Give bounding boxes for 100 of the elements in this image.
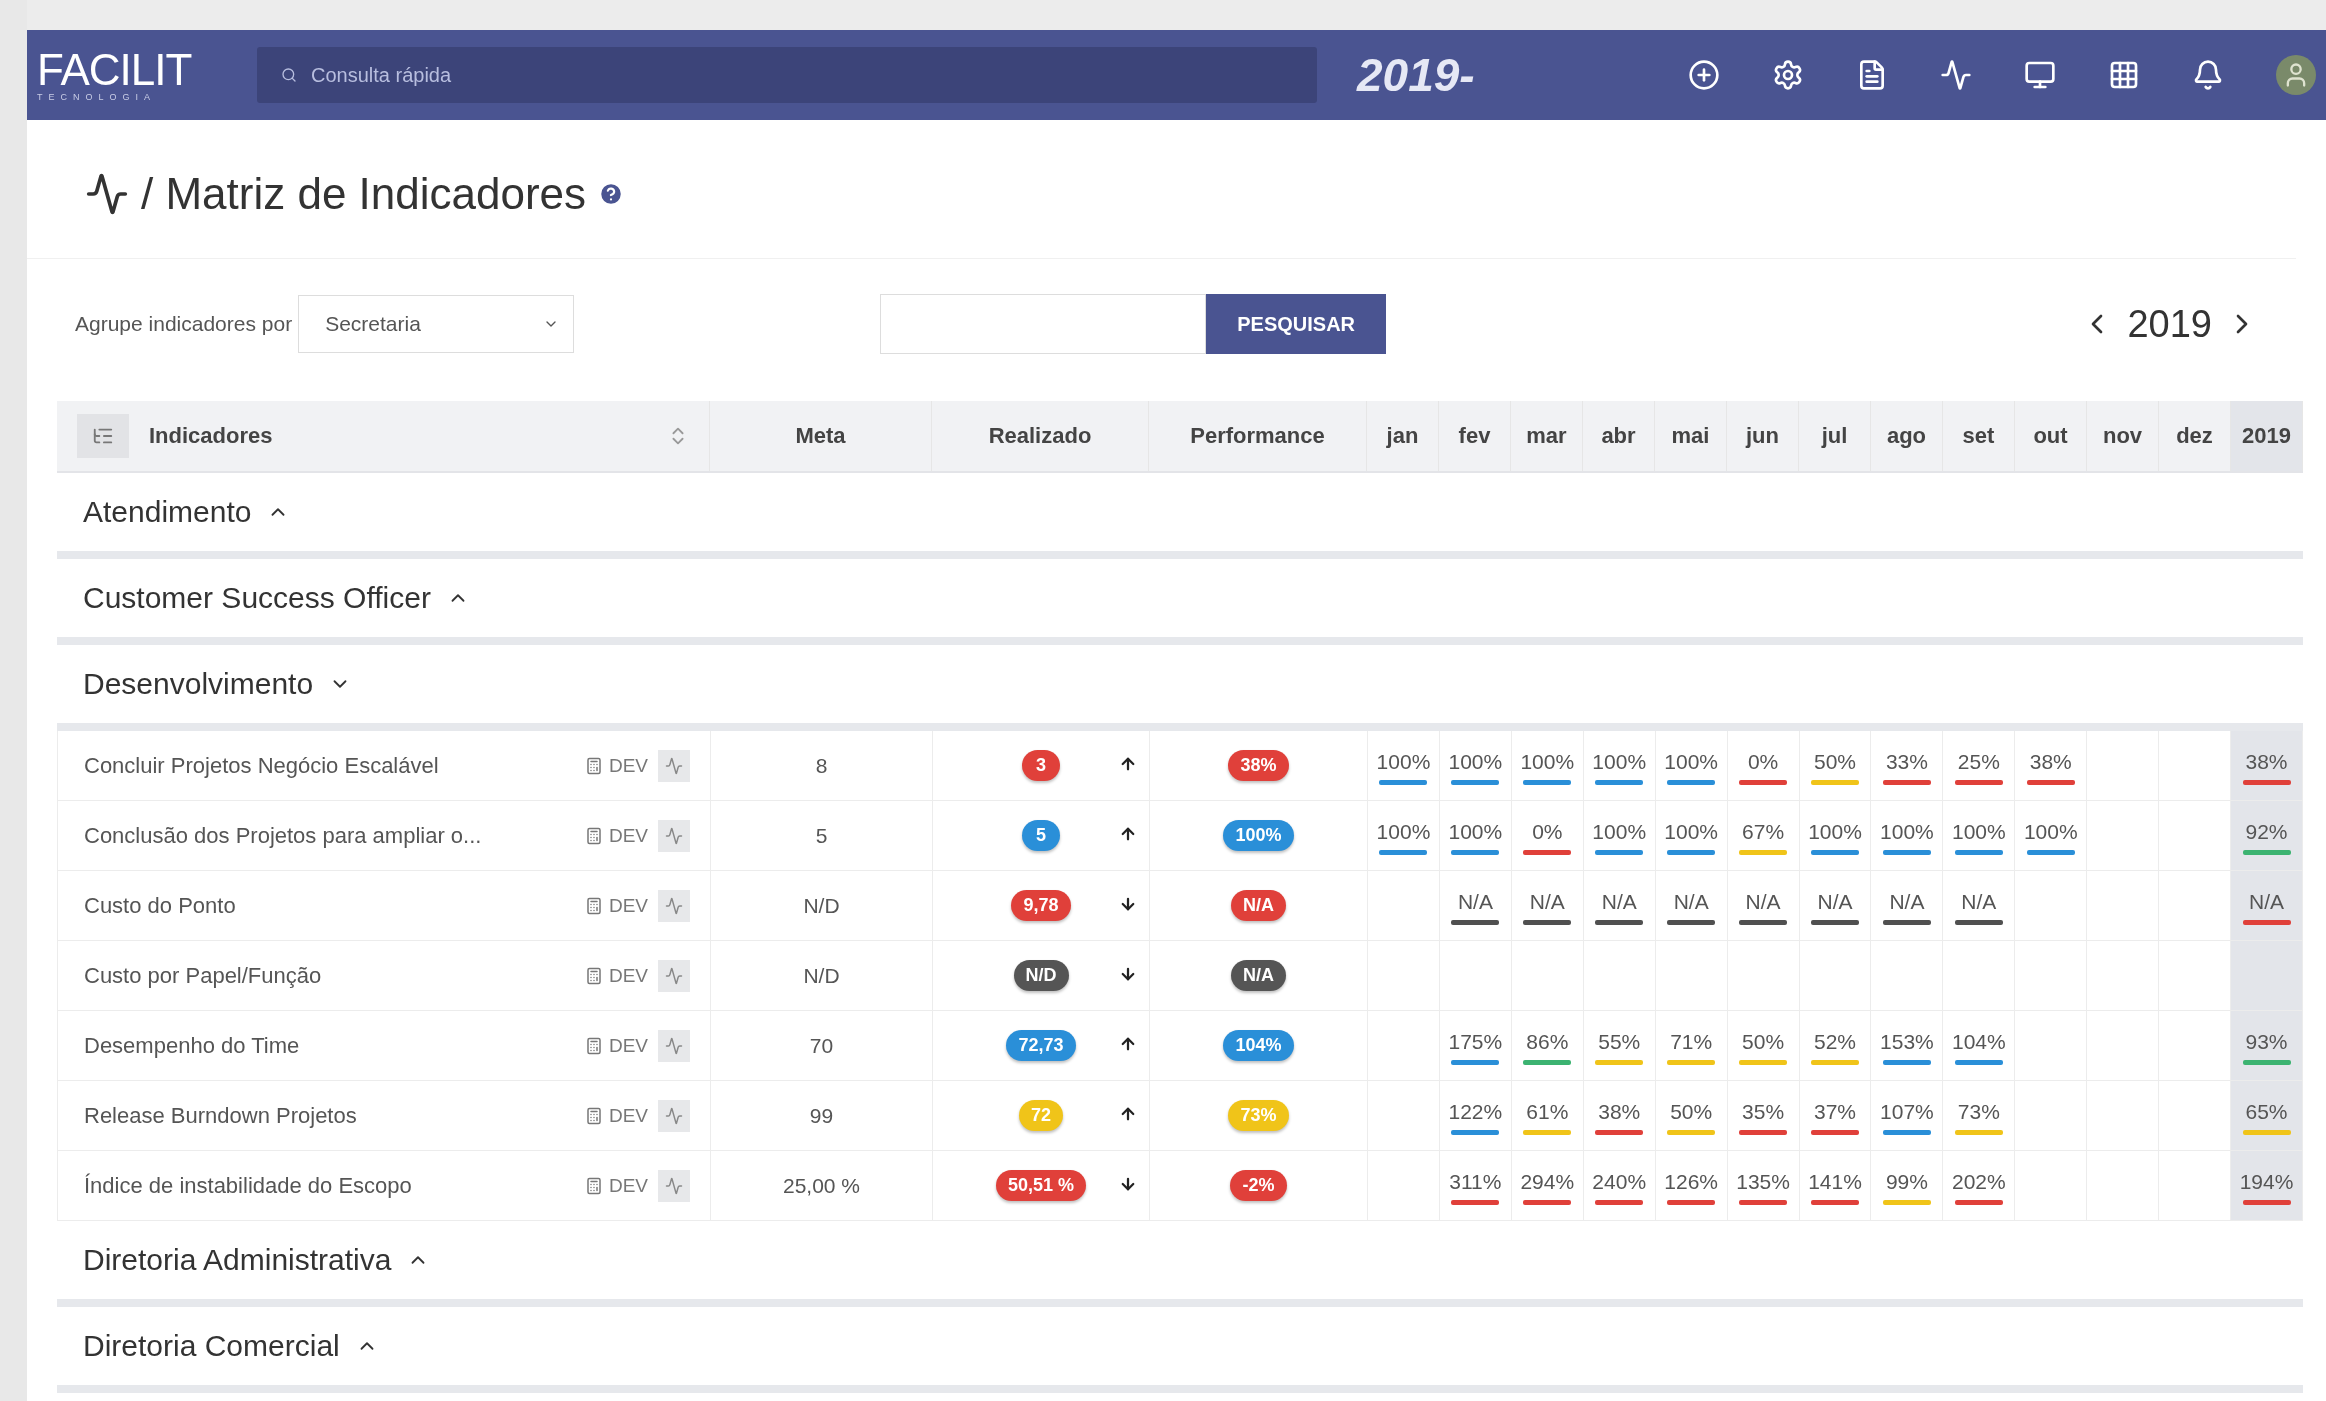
group-name: Diretoria Comercial	[83, 1329, 340, 1363]
realized-badge: 50,51 %	[995, 1170, 1087, 1201]
monitor-icon[interactable]	[2024, 59, 2056, 91]
add-icon[interactable]	[1688, 59, 1720, 91]
month-value: 202%	[1951, 1170, 2006, 1194]
meta-value: N/D	[803, 963, 840, 988]
month-value: N/A	[2249, 890, 2285, 914]
search-button[interactable]: PESQUISAR	[1206, 294, 1387, 354]
grid-icon[interactable]	[2108, 59, 2140, 91]
chart-line-icon	[85, 172, 129, 216]
unit-label: DEV	[608, 824, 648, 847]
calculator-icon	[584, 756, 603, 775]
avatar[interactable]	[2276, 55, 2316, 95]
column-header: dez	[2176, 423, 2213, 449]
realized-badge: N/D	[1013, 960, 1069, 991]
chart-button[interactable]	[658, 959, 690, 992]
indicator-name[interactable]: Índice de instabilidade do Escopo	[84, 1172, 575, 1199]
month-value: 100%	[1376, 820, 1431, 844]
column-header: mai	[1671, 423, 1710, 449]
column-header: nov	[2102, 423, 2143, 449]
month-value: N/A	[1673, 890, 1709, 914]
column-header: abr	[1601, 423, 1636, 449]
search-input[interactable]: Consulta rápida	[309, 62, 1293, 88]
search-field[interactable]	[880, 294, 1207, 354]
month-value: 194%	[2239, 1170, 2294, 1194]
month-value: 35%	[1742, 1100, 1785, 1124]
month-value: 153%	[1880, 1030, 1934, 1054]
month-value: 0%	[1747, 750, 1779, 774]
month-value: 100%	[1448, 820, 1503, 844]
bell-icon[interactable]	[2192, 59, 2224, 91]
month-value: 100%	[1951, 820, 2006, 844]
column-header: jan	[1386, 423, 1419, 449]
chart-button[interactable]	[658, 1169, 690, 1202]
calculator-icon	[584, 1106, 603, 1125]
month-value: 0%	[1532, 820, 1563, 844]
indicator-name[interactable]: Custo por Papel/Função	[84, 962, 575, 989]
month-value: 100%	[1448, 750, 1503, 774]
logo: FACILIT TECNOLOGIA	[37, 48, 193, 102]
chart-line-icon[interactable]	[1940, 59, 1972, 91]
month-value: 141%	[1808, 1170, 1862, 1194]
unit-label: DEV	[608, 1034, 648, 1057]
column-header: mar	[1526, 423, 1567, 449]
month-value: N/A	[1889, 890, 1925, 914]
month-value: 65%	[2245, 1100, 2288, 1124]
month-value: 61%	[1526, 1100, 1569, 1124]
indicator-name[interactable]: Conclusão dos Projetos para ampliar o...	[84, 822, 575, 849]
meta-value: 99	[809, 1103, 834, 1128]
unit-label: DEV	[608, 1104, 648, 1127]
group-name: Customer Success Officer	[83, 581, 431, 615]
month-value: 311%	[1449, 1170, 1502, 1194]
unit-label: DEV	[608, 1174, 648, 1197]
chart-button[interactable]	[658, 749, 690, 782]
tree-button[interactable]	[77, 414, 129, 458]
chart-button[interactable]	[658, 819, 690, 852]
meta-value: 5	[815, 823, 828, 848]
month-value: 71%	[1670, 1030, 1713, 1054]
chart-button[interactable]	[658, 1029, 690, 1062]
month-value: N/A	[1601, 890, 1637, 914]
indicator-name[interactable]: Concluir Projetos Negócio Escalável	[84, 752, 575, 779]
realized-badge: 3	[1022, 750, 1060, 781]
group-select[interactable]: Secretaria	[298, 295, 575, 353]
chart-line-icon	[665, 826, 683, 845]
month-value: 107%	[1880, 1100, 1934, 1124]
month-value: 93%	[2245, 1030, 2288, 1054]
month-value: 67%	[1742, 820, 1785, 844]
indicator-name[interactable]: Release Burndown Projetos	[84, 1102, 575, 1129]
unit-label: DEV	[608, 964, 648, 987]
calculator-icon	[584, 966, 603, 985]
performance-badge: N/A	[1231, 960, 1286, 991]
indicator-name[interactable]: Custo do Ponto	[84, 892, 575, 919]
month-value: 122%	[1448, 1100, 1503, 1124]
settings-icon[interactable]	[1772, 59, 1804, 91]
month-value: 100%	[1592, 820, 1647, 844]
month-value: 50%	[1670, 1100, 1713, 1124]
month-value: 104%	[1951, 1030, 2006, 1054]
month-value: 92%	[2245, 820, 2288, 844]
chart-line-icon	[665, 966, 683, 985]
month-value: 86%	[1526, 1030, 1569, 1054]
month-value: 38%	[2245, 750, 2288, 774]
group-name: Diretoria Administrativa	[83, 1243, 392, 1277]
search-field[interactable]: Consulta rápida	[257, 47, 1317, 103]
month-value: N/A	[1457, 890, 1493, 914]
chart-button[interactable]	[658, 1099, 690, 1132]
month-value: 55%	[1598, 1030, 1641, 1054]
month-value: 73%	[1957, 1100, 2000, 1124]
chart-line-icon	[665, 896, 683, 915]
month-value: 50%	[1742, 1030, 1785, 1054]
month-value: 126%	[1664, 1170, 1718, 1194]
column-header: jun	[1746, 423, 1779, 449]
column-header: Realizado	[988, 423, 1092, 449]
realized-badge: 72,73	[1006, 1030, 1076, 1061]
month-value: N/A	[1745, 890, 1781, 914]
column-header[interactable]: Indicadores	[149, 423, 647, 449]
year-label: 2019-	[1357, 48, 1476, 102]
indicator-name[interactable]: Desempenho do Time	[84, 1032, 575, 1059]
meta-value: N/D	[803, 893, 840, 918]
chart-button[interactable]	[658, 889, 690, 922]
month-value: 99%	[1885, 1170, 1928, 1194]
month-value: 100%	[1376, 750, 1431, 774]
column-header: fev	[1458, 423, 1491, 449]
